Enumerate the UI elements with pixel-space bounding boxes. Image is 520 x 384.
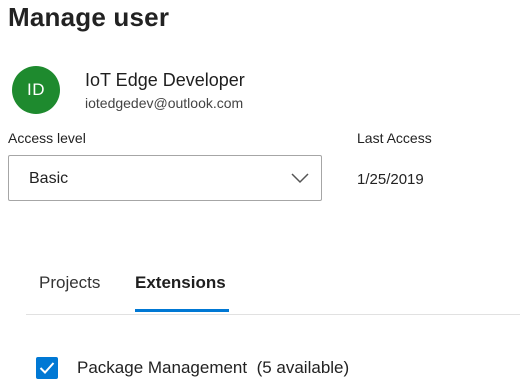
avatar-initials: ID <box>27 80 45 99</box>
access-level-dropdown[interactable]: Basic <box>8 155 322 201</box>
page-title: Manage user <box>8 2 170 32</box>
access-level-value: Basic <box>29 170 69 187</box>
tab-divider <box>26 314 520 315</box>
extension-availability: (5 available) <box>256 358 350 377</box>
extension-item-label: Package Management (5 available) <box>77 358 349 378</box>
chevron-down-icon <box>291 173 309 184</box>
extension-name: Package Management <box>77 358 248 377</box>
access-level-label: Access level <box>8 130 86 146</box>
package-management-checkbox[interactable] <box>36 357 58 379</box>
checkmark-icon <box>39 362 55 374</box>
avatar: ID <box>12 66 60 114</box>
user-email: iotedgedev@outlook.com <box>85 95 244 111</box>
last-access-label: Last Access <box>357 130 432 146</box>
user-name: IoT Edge Developer <box>85 70 245 90</box>
last-access-value: 1/25/2019 <box>357 171 424 188</box>
selected-tab-indicator <box>135 309 229 312</box>
tab-projects[interactable]: Projects <box>39 273 100 293</box>
tab-extensions[interactable]: Extensions <box>135 273 226 293</box>
